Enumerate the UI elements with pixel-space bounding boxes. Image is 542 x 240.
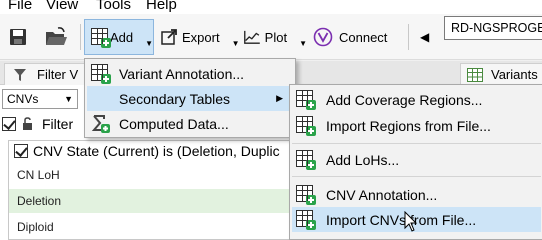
- filter-row: Filter: [2, 114, 73, 134]
- table-select-value: CNVs: [7, 92, 39, 106]
- project-back-button[interactable]: ◀: [420, 19, 434, 55]
- folder-open-icon: [46, 27, 67, 45]
- save-button[interactable]: [8, 19, 32, 55]
- menubar: File View Tools Help: [0, 0, 542, 14]
- menu-help[interactable]: Help: [146, 0, 177, 13]
- mouse-cursor-icon: [404, 211, 418, 232]
- tab-variants[interactable]: Variants: [460, 63, 542, 85]
- condition-header: CNV State (Current) is (Deletion, Duplic: [14, 143, 280, 159]
- tab-variants-label: Variants: [491, 67, 538, 82]
- menu-item-label: Secondary Tables: [119, 90, 231, 107]
- menu-separator: [292, 143, 541, 144]
- connect-button-label: Connect: [339, 29, 388, 45]
- menu-item-secondary-tables[interactable]: Secondary Tables ▶: [87, 86, 293, 111]
- menu-item-label: Computed Data...: [119, 115, 229, 132]
- chevron-down-icon: ▼: [299, 38, 307, 48]
- project-selector[interactable]: RD-NGSPROGEN: [444, 16, 542, 40]
- connect-button[interactable]: Connect: [313, 19, 393, 55]
- menu-item-label: Import CNVs from File...: [326, 211, 477, 228]
- add-table-icon: [91, 27, 111, 48]
- funnel-icon: [14, 68, 26, 81]
- plot-icon: [244, 30, 260, 44]
- menu-item-label: Add Coverage Regions...: [326, 91, 483, 108]
- filter-label: Filter: [42, 116, 74, 132]
- chevron-down-icon: ▼: [64, 94, 73, 104]
- table-icon: [467, 67, 483, 82]
- condition-label: CNV State (Current) is (Deletion, Duplic: [33, 143, 280, 159]
- add-menu: Variant Annotation... Secondary Tables ▶…: [84, 58, 296, 138]
- chevron-right-icon: ▶: [276, 93, 283, 103]
- filter-checkbox[interactable]: [2, 117, 16, 131]
- table-select[interactable]: CNVs ▼: [2, 89, 78, 109]
- chevron-down-icon: ▼: [145, 38, 153, 48]
- add-button[interactable]: Add ▼: [84, 19, 154, 55]
- lock-open-icon: [23, 117, 32, 130]
- tab-filter-label: Filter V: [37, 67, 79, 82]
- export-button-label: Export: [182, 29, 220, 45]
- plot-button[interactable]: Plot ▼: [243, 19, 307, 55]
- import-table-icon: [296, 116, 316, 136]
- menu-tools[interactable]: Tools: [96, 0, 131, 13]
- menu-separator: [292, 176, 541, 177]
- menu-item-import-regions[interactable]: Import Regions from File...: [292, 113, 541, 138]
- export-button[interactable]: Export ▼: [160, 19, 240, 55]
- menu-view[interactable]: View: [46, 0, 78, 13]
- plot-button-label: Plot: [264, 29, 288, 45]
- import-table-icon: [296, 210, 316, 230]
- menu-item-computed-data[interactable]: Computed Data...: [87, 111, 293, 136]
- menu-item-label: Add LoHs...: [326, 151, 400, 168]
- chevron-left-icon: ◀: [420, 30, 430, 44]
- menu-item-cnv-annotation[interactable]: CNV Annotation...: [292, 182, 541, 207]
- save-icon: [10, 29, 26, 45]
- add-table-icon: [91, 64, 111, 84]
- menu-item-add-lohs[interactable]: Add LoHs...: [292, 147, 541, 172]
- open-button[interactable]: [44, 19, 72, 55]
- menu-item-label: Import Regions from File...: [326, 117, 491, 134]
- menu-item-label: CNV Annotation...: [326, 186, 438, 203]
- add-table-icon: [296, 150, 316, 170]
- sigma-icon: [91, 114, 110, 133]
- chevron-down-icon: ▼: [231, 38, 240, 48]
- menu-item-label: Variant Annotation...: [119, 65, 245, 82]
- menu-item-variant-annotation[interactable]: Variant Annotation...: [87, 61, 293, 86]
- add-button-label: Add: [109, 29, 134, 45]
- add-table-icon: [296, 185, 316, 205]
- connect-icon: [313, 27, 333, 47]
- add-table-icon: [296, 90, 316, 110]
- menu-file[interactable]: File: [8, 0, 32, 13]
- condition-checkbox[interactable]: [14, 144, 28, 158]
- export-icon: [161, 29, 177, 45]
- menu-item-add-coverage-regions[interactable]: Add Coverage Regions...: [292, 87, 541, 112]
